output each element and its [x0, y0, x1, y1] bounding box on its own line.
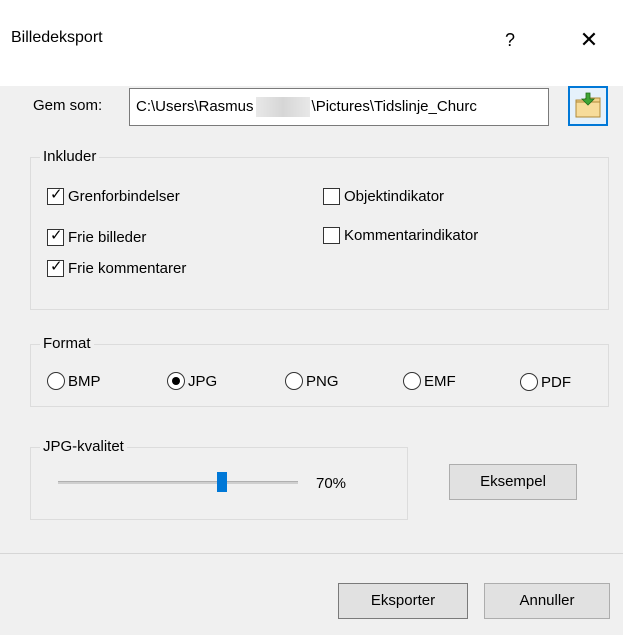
radio-label: EMF — [424, 372, 456, 390]
radio-circle[interactable] — [520, 373, 538, 391]
radio-emf[interactable]: EMF — [403, 372, 456, 390]
checkbox-label: Frie kommentarer — [68, 260, 187, 277]
checkmark-icon: ✓ — [50, 186, 63, 203]
cancel-button[interactable]: Annuller — [484, 583, 610, 619]
path-prefix: C:\Users\Rasmus — [136, 98, 254, 115]
close-button[interactable]: ✕ — [564, 20, 614, 60]
quality-slider-track[interactable] — [58, 481, 298, 484]
quality-value: 70% — [316, 475, 347, 492]
checkbox-box[interactable]: ✓ — [47, 227, 64, 246]
radio-label: PNG — [306, 372, 339, 390]
radio-label: BMP — [68, 372, 101, 390]
radio-label: JPG — [188, 372, 218, 390]
checkbox-frie-kommentarer[interactable]: ✓ Frie kommentarer — [47, 258, 187, 277]
footer-separator — [0, 553, 623, 554]
path-suffix: \Pictures\Tidslinje_Churc — [311, 98, 477, 115]
checkbox-box[interactable] — [323, 188, 340, 205]
checkbox-box[interactable] — [323, 227, 340, 244]
browse-folder-button[interactable] — [568, 86, 608, 126]
include-legend: Inkluder — [40, 148, 100, 165]
checkbox-box[interactable]: ✓ — [47, 258, 64, 277]
radio-selected-dot — [172, 377, 180, 385]
radio-png[interactable]: PNG — [285, 372, 339, 390]
checkbox-kommentarindikator[interactable]: Kommentarindikator — [323, 227, 478, 244]
radio-label: PDF — [541, 373, 571, 391]
export-button[interactable]: Eksporter — [338, 583, 468, 619]
radio-circle[interactable] — [403, 372, 421, 390]
checkbox-frie-billeder[interactable]: ✓ Frie billeder — [47, 227, 147, 246]
radio-circle[interactable] — [285, 372, 303, 390]
redacted-username — [255, 97, 310, 118]
radio-circle[interactable] — [167, 372, 185, 390]
checkmark-icon: ✓ — [50, 227, 63, 244]
folder-arrow-icon — [575, 92, 601, 118]
title-bar: Billedeksport ? ✕ — [0, 0, 623, 86]
checkbox-objektindikator[interactable]: Objektindikator — [323, 188, 444, 205]
checkbox-label: Frie billeder — [68, 229, 147, 246]
quality-slider-thumb[interactable] — [217, 472, 227, 492]
checkbox-box[interactable]: ✓ — [47, 186, 64, 205]
radio-pdf[interactable]: PDF — [520, 373, 571, 391]
quality-legend: JPG-kvalitet — [40, 438, 127, 455]
checkbox-label: Kommentarindikator — [344, 227, 479, 244]
radio-jpg[interactable]: JPG — [167, 372, 217, 390]
save-as-label: Gem som: — [33, 97, 103, 114]
radio-bmp[interactable]: BMP — [47, 372, 101, 390]
checkbox-label: Objektindikator — [344, 188, 445, 205]
checkbox-grenforbindelser[interactable]: ✓ Grenforbindelser — [47, 186, 180, 205]
preview-button[interactable]: Eksempel — [449, 464, 577, 500]
checkmark-icon: ✓ — [50, 258, 63, 275]
help-button[interactable]: ? — [490, 20, 530, 60]
format-legend: Format — [40, 335, 94, 352]
save-path-input[interactable]: C:\Users\Rasmus \Pictures\Tidslinje_Churc — [129, 88, 549, 126]
checkbox-label: Grenforbindelser — [68, 188, 180, 205]
window-title: Billedeksport — [11, 29, 103, 46]
radio-circle[interactable] — [47, 372, 65, 390]
